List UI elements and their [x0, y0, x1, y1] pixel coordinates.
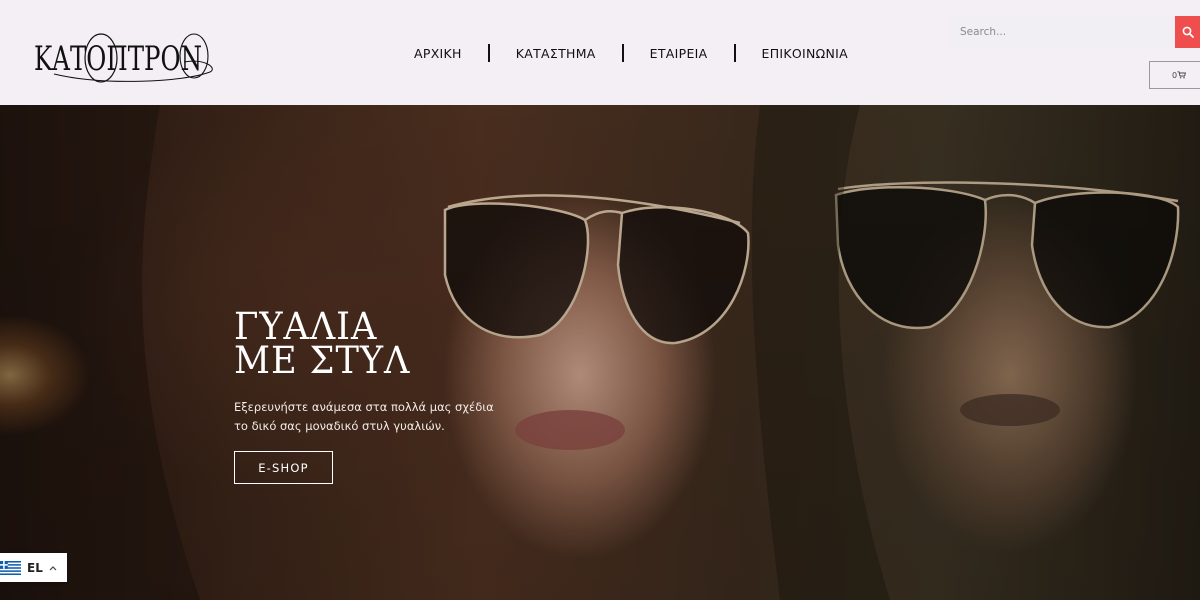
search-bar: [950, 16, 1200, 48]
search-icon: [1182, 26, 1194, 38]
main-nav: ΑΡΧΙΚΗ ΚΑΤΑΣΤΗΜΑ ΕΤΑΙΡΕΙΑ ΕΠΙΚΟΙΝΩΝΙΑ: [388, 42, 874, 64]
nav-item-store[interactable]: ΚΑΤΑΣΤΗΜΑ: [490, 46, 622, 61]
greek-flag-icon: [0, 560, 21, 575]
logo-swoosh-icon: ΚΑΤΟΠΤΡΟΝ: [34, 33, 213, 83]
chevron-up-icon: [49, 565, 57, 570]
search-button[interactable]: [1175, 16, 1200, 48]
cart-button[interactable]: 0: [1149, 61, 1200, 89]
search-input[interactable]: [950, 16, 1175, 48]
eshop-button[interactable]: E-SHOP: [234, 451, 333, 484]
brand-logo[interactable]: ΚΑΤΟΠΤΡΟΝ: [34, 28, 214, 86]
hero-description: Εξερευνήστε ανάμεσα στα πολλά μας σχέδια…: [234, 400, 494, 433]
hero-title-line2: ΜΕ ΣΤΥΛ: [234, 339, 411, 382]
language-switcher[interactable]: EL: [0, 553, 67, 582]
hero-title: ΓΥΑΛΙΑ ΜΕ ΣΤΥΛ: [234, 308, 411, 382]
cart-icon: [1177, 71, 1187, 79]
nav-item-company[interactable]: ΕΤΑΙΡΕΙΑ: [624, 46, 734, 61]
language-code: EL: [27, 560, 43, 575]
nav-item-home[interactable]: ΑΡΧΙΚΗ: [388, 46, 488, 61]
site-header: ΚΑΤΟΠΤΡΟΝ ΑΡΧΙΚΗ ΚΑΤΑΣΤΗΜΑ ΕΤΑΙΡΕΙΑ ΕΠΙΚ…: [0, 0, 1200, 105]
logo-text: ΚΑΤΟΠΤΡΟΝ: [34, 39, 202, 79]
nav-item-contact[interactable]: ΕΠΙΚΟΙΝΩΝΙΑ: [736, 46, 875, 61]
hero-banner: ΓΥΑΛΙΑ ΜΕ ΣΤΥΛ Εξερευνήστε ανάμεσα στα π…: [0, 105, 1200, 600]
hero-overlay: [0, 105, 1200, 600]
